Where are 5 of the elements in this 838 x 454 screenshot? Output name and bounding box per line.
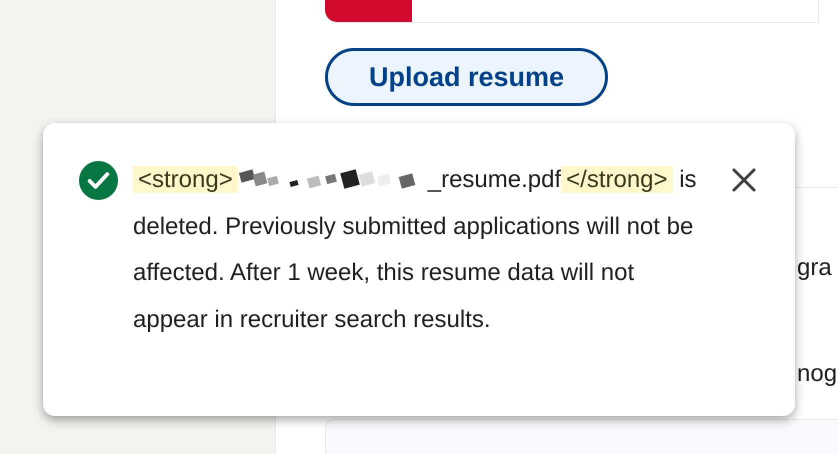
upload-resume-button[interactable]: Upload resume — [325, 48, 608, 106]
partial-text: nog — [797, 361, 838, 387]
partial-text: gra — [797, 255, 832, 281]
toast-message: <strong> _resume.pdf </strong> is deleted. Previously submitted applications will not be affected. After 1 week, this resume data will not appear in recruiter search results. — [133, 164, 698, 334]
success-check-icon — [79, 161, 118, 200]
